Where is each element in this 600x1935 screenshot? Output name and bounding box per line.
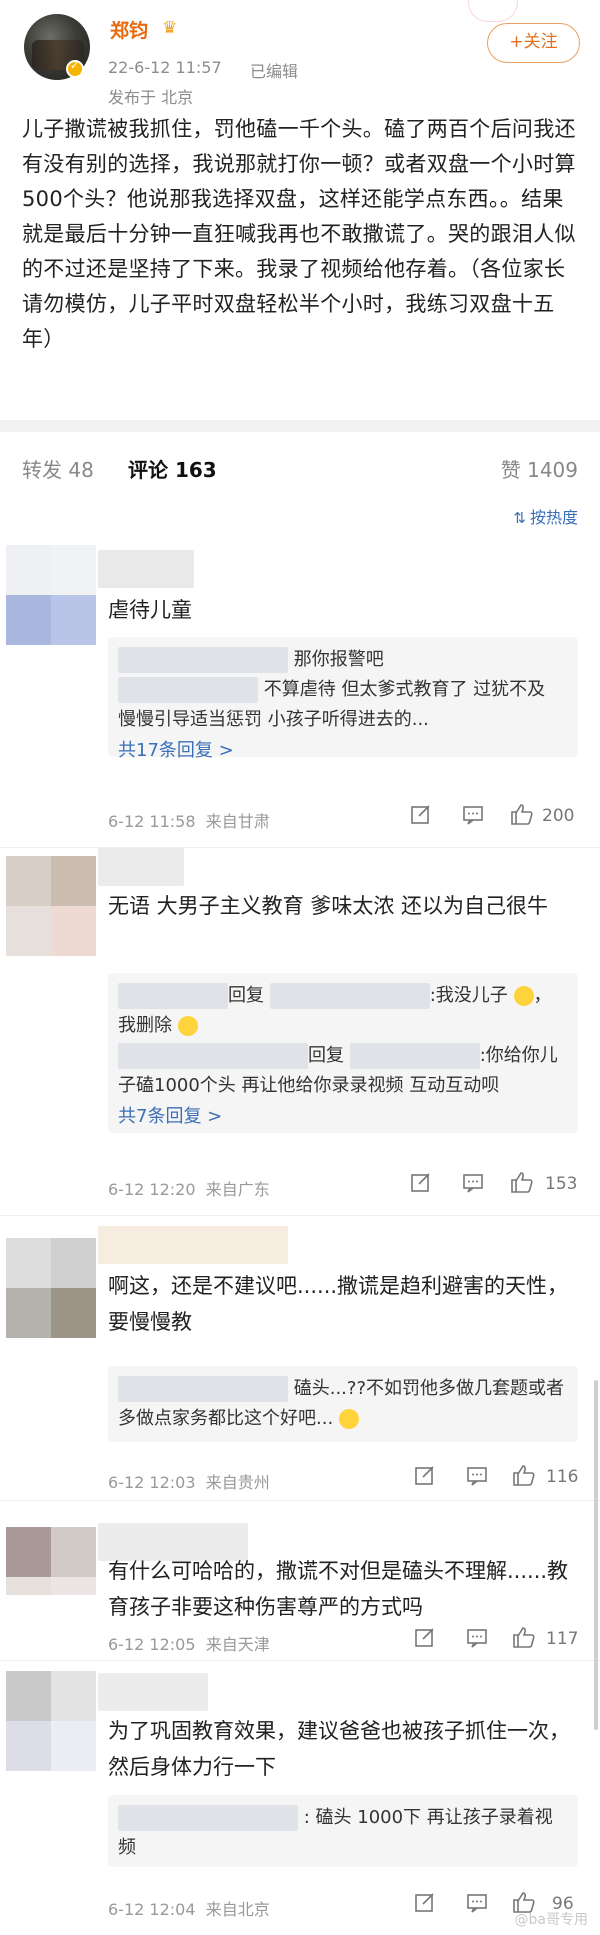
reply-target[interactable] bbox=[349, 1043, 480, 1069]
avatar[interactable] bbox=[6, 545, 96, 645]
author-name[interactable]: 郑钧 bbox=[110, 16, 148, 43]
comment-meta: 6-12 11:58 来自甘肃 bbox=[108, 808, 270, 832]
reply-line: 回复 :你给你儿子磕1000个头 再让他给你录录视频 互动互动呗 bbox=[118, 1041, 568, 1101]
comment-meta: 6-12 12:04 来自北京 bbox=[108, 1896, 270, 1920]
sort-label: 按热度 bbox=[529, 508, 578, 527]
comment-time: 6-12 11:58 bbox=[108, 812, 196, 831]
comment-location: 来自北京 bbox=[205, 1900, 270, 1919]
like-count: 200 bbox=[542, 806, 575, 826]
reply-box[interactable]: 回复 :我没儿子 ，我删除 回复 :你给你儿子磕1000个头 再让他给你录录视频… bbox=[108, 973, 578, 1133]
thumbs-up-icon[interactable] bbox=[512, 1464, 536, 1486]
post-datetime: 22-6-12 11:57 bbox=[108, 58, 222, 77]
reply-line: : 磕头 1000下 再让孩子录着视频 bbox=[118, 1803, 568, 1863]
more-replies-link[interactable]: 共17条回复 > bbox=[118, 735, 568, 767]
comment-location: 来自广东 bbox=[205, 1180, 270, 1199]
reply-prefix: 回复 bbox=[228, 985, 264, 1006]
tab-comments[interactable]: 评论 163 bbox=[128, 454, 217, 483]
commenter-name[interactable] bbox=[98, 848, 184, 886]
reply-line: 回复 :我没儿子 ，我删除 bbox=[118, 981, 568, 1041]
weibo-post: 郑钧 ♛ 22-6-12 11:57 已编辑 发布于 北京 +关注 儿子撒谎被我… bbox=[0, 0, 600, 420]
comment-text: 虐待儿童 bbox=[108, 598, 192, 622]
thumbs-up-icon[interactable] bbox=[512, 1626, 536, 1648]
commenter-name[interactable] bbox=[98, 1673, 208, 1711]
comment-time: 6-12 12:04 bbox=[108, 1900, 196, 1919]
scrollbar[interactable] bbox=[594, 1380, 598, 1730]
avatar[interactable] bbox=[6, 1671, 96, 1771]
more-replies-link[interactable]: 共7条回复 > bbox=[118, 1101, 568, 1133]
avatar[interactable] bbox=[6, 1238, 96, 1338]
reply-text: 那你报警吧 bbox=[293, 649, 384, 670]
comment-location: 来自甘肃 bbox=[205, 812, 270, 831]
sort-by-hot-button[interactable]: ⇅ 按热度 bbox=[513, 504, 578, 528]
comment-item: 有什么可哈哈的，撒谎不对但是磕头不理解......教育孩子非要这种伤害尊严的方式… bbox=[0, 1501, 600, 1661]
like-count: 116 bbox=[546, 1467, 579, 1487]
sort-icon: ⇅ bbox=[513, 509, 526, 527]
laugh-cry-emoji-icon bbox=[513, 986, 534, 1006]
tab-bar: 转发 48 评论 163 赞 1409 bbox=[0, 420, 600, 496]
follow-button[interactable]: +关注 bbox=[487, 23, 580, 63]
comment-text: 为了巩固教育效果，建议爸爸也被孩子抓住一次，然后身体力行一下 bbox=[108, 1719, 570, 1779]
comment-icon[interactable] bbox=[466, 1893, 488, 1913]
share-icon[interactable] bbox=[414, 1893, 436, 1913]
comment-meta: 6-12 12:05 来自天津 bbox=[108, 1631, 270, 1655]
commenter-name[interactable] bbox=[98, 1226, 288, 1264]
like-count: 117 bbox=[546, 1629, 579, 1649]
tab-likes[interactable]: 赞 1409 bbox=[501, 454, 578, 483]
watermark-text: @ba哥专用 bbox=[514, 1912, 588, 1928]
laugh-cry-emoji-icon bbox=[338, 1409, 359, 1429]
comment-icon[interactable] bbox=[466, 1628, 488, 1648]
thumbs-up-icon[interactable] bbox=[510, 1171, 534, 1193]
reply-author[interactable] bbox=[118, 1043, 308, 1069]
share-icon[interactable] bbox=[414, 1628, 436, 1648]
reply-box[interactable]: 那你报警吧 不算虐待 但太爹式教育了 过犹不及 慢慢引导适当惩罚 小孩子听得进去… bbox=[108, 637, 578, 761]
reply-prefix: 回复 bbox=[308, 1045, 344, 1066]
comment-item: 无语 大男子主义教育 爹味太浓 还以为自己很牛 回复 :我没儿子 ，我删除 回复… bbox=[0, 848, 600, 1216]
like-count: 153 bbox=[545, 1174, 578, 1194]
sort-bar: ⇅ 按热度 bbox=[0, 490, 600, 540]
reply-author[interactable] bbox=[118, 983, 228, 1009]
edited-label[interactable]: 已编辑 bbox=[250, 58, 298, 82]
comment-location: 来自贵州 bbox=[205, 1473, 270, 1492]
comment-item: 啊这，还是不建议吧......撒谎是趋利避害的天性，要慢慢教 磕头...??不如… bbox=[0, 1216, 600, 1501]
reply-author[interactable] bbox=[118, 647, 288, 673]
comment-time: 6-12 12:20 bbox=[108, 1180, 196, 1199]
reply-target[interactable] bbox=[269, 983, 430, 1009]
comment-meta: 6-12 12:20 来自广东 bbox=[108, 1176, 270, 1200]
share-icon[interactable] bbox=[414, 1466, 436, 1486]
reply-box[interactable]: 磕头...??不如罚他多做几套题或者多做点家务都比这个好吧... bbox=[108, 1366, 578, 1442]
reply-author[interactable] bbox=[118, 1805, 298, 1831]
reply-author[interactable] bbox=[118, 1376, 288, 1402]
laugh-cry-emoji-icon bbox=[177, 1016, 198, 1036]
share-icon[interactable] bbox=[410, 805, 432, 825]
comment-time: 6-12 12:05 bbox=[108, 1635, 196, 1654]
post-location: 发布于 北京 bbox=[108, 88, 194, 107]
reply-line: 那你报警吧 bbox=[118, 645, 568, 675]
comment-text: 有什么可哈哈的，撒谎不对但是磕头不理解......教育孩子非要这种伤害尊严的方式… bbox=[108, 1559, 569, 1619]
thumbs-up-icon[interactable] bbox=[510, 803, 534, 825]
comment-text: 无语 大男子主义教育 爹味太浓 还以为自己很牛 bbox=[108, 894, 549, 918]
avatar[interactable] bbox=[6, 1527, 96, 1627]
verified-badge-icon bbox=[66, 59, 84, 78]
comment-item: 虐待儿童 那你报警吧 不算虐待 但太爹式教育了 过犹不及 慢慢引导适当惩罚 小孩… bbox=[0, 540, 600, 848]
share-icon[interactable] bbox=[410, 1173, 432, 1193]
reply-text: :我没儿子 bbox=[429, 985, 508, 1006]
comment-icon[interactable] bbox=[462, 805, 484, 825]
comment-icon[interactable] bbox=[462, 1173, 484, 1193]
reply-box[interactable]: : 磕头 1000下 再让孩子录着视频 bbox=[108, 1795, 578, 1867]
comment-item: 为了巩固教育效果，建议爸爸也被孩子抓住一次，然后身体力行一下 : 磕头 1000… bbox=[0, 1661, 600, 1935]
crown-icon: ♛ bbox=[162, 18, 178, 38]
comment-text: 啊这，还是不建议吧......撒谎是趋利避害的天性，要慢慢教 bbox=[108, 1274, 569, 1334]
comment-meta: 6-12 12:03 来自贵州 bbox=[108, 1469, 270, 1493]
avatar[interactable] bbox=[6, 856, 96, 956]
seal-watermark bbox=[468, 0, 518, 22]
commenter-name[interactable] bbox=[98, 550, 194, 588]
post-body: 儿子撒谎被我抓住，罚他磕一千个头。磕了两百个后问我还有没有别的选择，我说那就打你… bbox=[22, 117, 576, 351]
tab-repost[interactable]: 转发 48 bbox=[22, 454, 94, 483]
reply-line: 不算虐待 但太爹式教育了 过犹不及 慢慢引导适当惩罚 小孩子听得进去的... bbox=[118, 675, 568, 735]
comment-location: 来自天津 bbox=[205, 1635, 270, 1654]
reply-line: 磕头...??不如罚他多做几套题或者多做点家务都比这个好吧... bbox=[118, 1374, 568, 1434]
comment-time: 6-12 12:03 bbox=[108, 1473, 196, 1492]
comment-icon[interactable] bbox=[466, 1466, 488, 1486]
reply-author[interactable] bbox=[118, 677, 258, 703]
